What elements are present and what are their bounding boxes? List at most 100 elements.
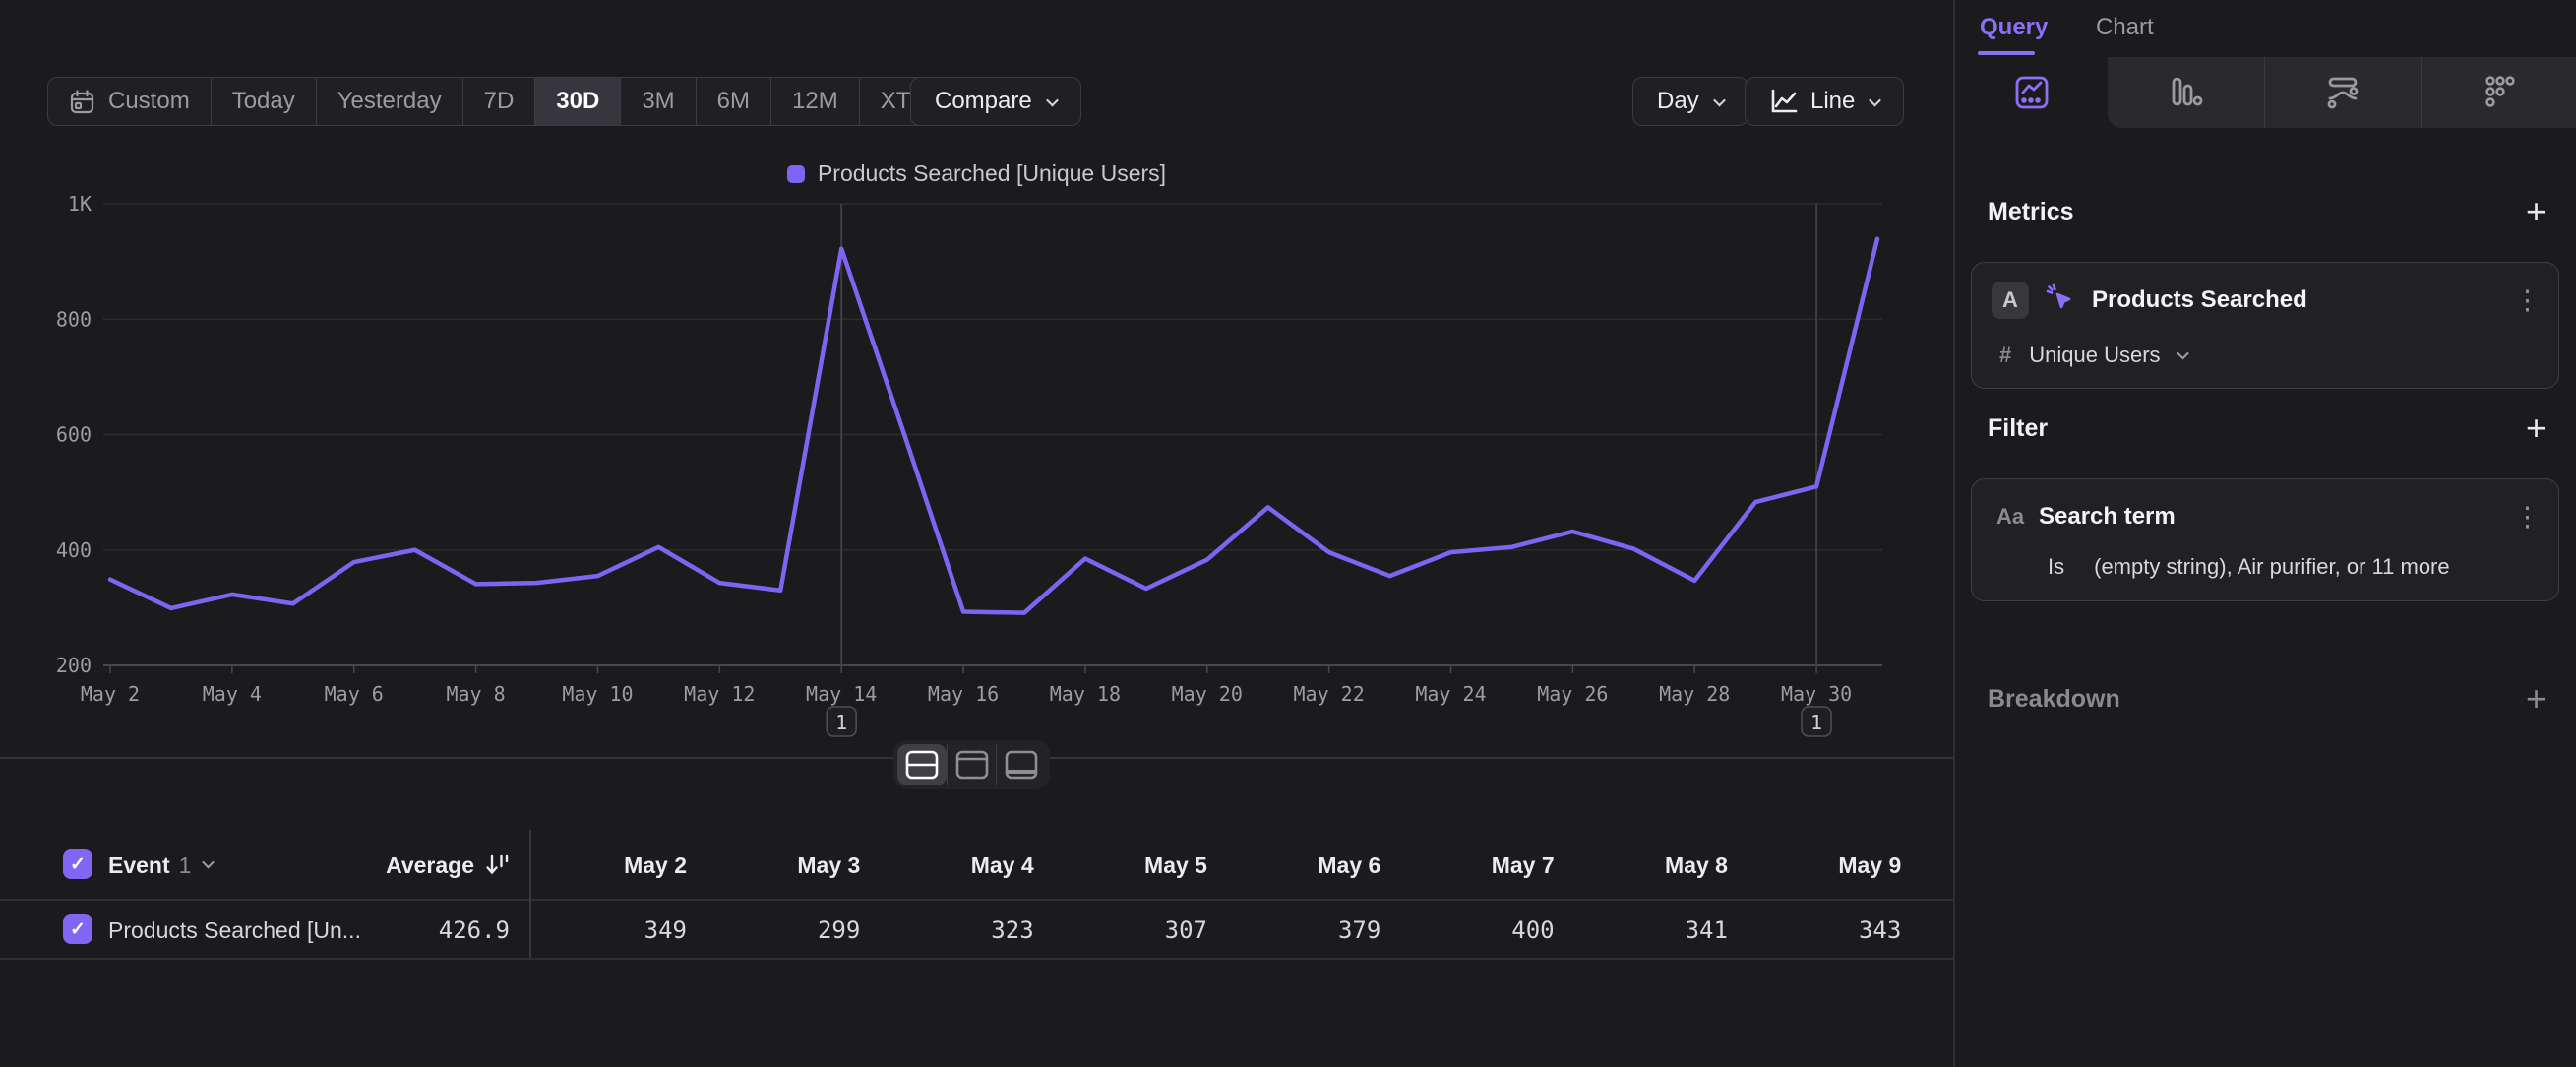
x-axis-label: May 22	[1293, 682, 1364, 706]
range-label: Yesterday	[337, 88, 442, 115]
report-type-retention-tab[interactable]	[2421, 57, 2576, 128]
x-axis-label: May 24	[1415, 682, 1486, 706]
filter-value[interactable]: (empty string), Air purifier, or 11 more	[2094, 554, 2450, 580]
range-12m-button[interactable]: 12M	[771, 78, 860, 125]
x-axis-label: May 4	[203, 682, 262, 706]
date-column-header[interactable]: May 2	[529, 850, 687, 880]
x-axis-label: May 26	[1537, 682, 1608, 706]
active-tab-underline	[1978, 51, 2035, 55]
date-column-header[interactable]: May 7	[1397, 850, 1555, 880]
table-cell-value: 341	[1570, 915, 1728, 945]
report-type-flows-tab[interactable]	[2264, 57, 2422, 128]
range-label: 30D	[556, 88, 599, 115]
metric-event-name[interactable]: Products Searched	[2092, 286, 2307, 314]
x-axis-label: May 2	[81, 682, 140, 706]
metrics-title: Metrics	[1988, 198, 2074, 226]
event-click-icon	[2044, 282, 2077, 320]
series-line[interactable]	[110, 239, 1877, 613]
x-axis-label: May 28	[1659, 682, 1730, 706]
checkmark-icon: ✓	[70, 918, 86, 941]
table-cell-value: 307	[1050, 915, 1207, 945]
filter-operator[interactable]: Is	[2048, 554, 2064, 580]
kebab-menu-icon[interactable]: ⋮	[2514, 286, 2541, 314]
line-chart[interactable]: 2004006008001KMay 2May 4May 6May 8May 10…	[0, 148, 1953, 758]
add-filter-button[interactable]: +	[2526, 413, 2546, 443]
y-axis-label: 800	[56, 307, 92, 331]
tab-chart[interactable]: Chart	[2096, 14, 2154, 41]
date-column-header[interactable]: May 6	[1223, 850, 1380, 880]
calendar-icon	[69, 89, 95, 115]
date-column-header[interactable]: May 5	[1050, 850, 1207, 880]
compare-button[interactable]: Compare	[910, 77, 1081, 126]
chevron-down-icon	[203, 855, 215, 868]
aggregation-selector[interactable]: Unique Users	[2029, 343, 2186, 368]
aggregation-type-icon: #	[1999, 343, 2011, 368]
layout-split-view-button[interactable]	[897, 744, 947, 785]
x-axis-label: May 20	[1172, 682, 1243, 706]
text-property-icon: Aa	[1992, 504, 2029, 530]
chevron-down-icon	[1046, 94, 1059, 106]
metrics-section-header: Metrics +	[1988, 197, 2546, 226]
filter-title: Filter	[1988, 414, 2048, 443]
sort-descending-icon	[484, 852, 510, 878]
metric-card[interactable]: A Products Searched ⋮ # Unique Users	[1971, 262, 2559, 389]
panel-tab-row: Query Chart	[1955, 0, 2576, 57]
add-metric-button[interactable]: +	[2526, 197, 2546, 226]
report-type-insights-tab[interactable]	[1955, 57, 2108, 128]
annotation-badge-count: 1	[835, 711, 847, 734]
layout-table-view-button[interactable]	[996, 744, 1046, 785]
date-column-header[interactable]: May 8	[1570, 850, 1728, 880]
select-all-checkbox[interactable]: ✓	[63, 849, 92, 879]
y-axis-label: 1K	[68, 192, 92, 216]
x-axis-label: May 18	[1050, 682, 1121, 706]
tab-query[interactable]: Query	[1980, 14, 2048, 41]
x-axis-label: May 30	[1781, 682, 1852, 706]
range-label: Custom	[108, 88, 190, 115]
date-column-header[interactable]: May 9	[1744, 850, 1901, 880]
breakdown-section-header: Breakdown +	[1988, 684, 2546, 714]
x-axis-label: May 8	[446, 682, 505, 706]
date-column-header[interactable]: May 4	[877, 850, 1034, 880]
aggregation-label: Unique Users	[2029, 343, 2160, 367]
range-3m-button[interactable]: 3M	[621, 78, 696, 125]
y-axis-label: 600	[56, 423, 92, 447]
event-header-label: Event	[108, 852, 170, 879]
range-6m-button[interactable]: 6M	[697, 78, 771, 125]
row-checkbox[interactable]: ✓	[63, 914, 92, 944]
y-axis-label: 200	[56, 654, 92, 677]
average-header-label: Average	[386, 852, 474, 879]
metric-series-badge: A	[1992, 282, 2029, 319]
range-label: 7D	[484, 88, 515, 115]
report-type-funnels-tab[interactable]	[2108, 57, 2264, 128]
layout-chart-view-button[interactable]	[947, 744, 997, 785]
range-label: 6M	[717, 88, 750, 115]
event-column-header[interactable]: Event 1	[108, 850, 213, 880]
add-breakdown-button[interactable]: +	[2526, 684, 2546, 714]
table-header-divider	[0, 899, 1953, 901]
chart-type-button[interactable]: Line	[1745, 77, 1904, 126]
x-axis-label: May 10	[562, 682, 633, 706]
granularity-label: Day	[1657, 88, 1699, 115]
kebab-menu-icon[interactable]: ⋮	[2514, 503, 2541, 531]
date-range-picker: CustomTodayYesterday7D30D3M6M12MXTD	[47, 77, 975, 126]
average-column-header[interactable]: Average	[313, 850, 510, 880]
range-label: 12M	[792, 88, 838, 115]
y-axis-label: 400	[56, 538, 92, 562]
chevron-down-icon	[1713, 94, 1726, 106]
table-cell-value: 379	[1223, 915, 1380, 945]
range-custom-button[interactable]: Custom	[48, 78, 212, 125]
filter-card[interactable]: Aa Search term ⋮ Is (empty string), Air …	[1971, 478, 2559, 601]
report-type-switcher	[1955, 57, 2576, 128]
layout-toggle	[893, 740, 1050, 789]
chevron-down-icon	[2177, 347, 2189, 360]
range-today-button[interactable]: Today	[212, 78, 317, 125]
range-yesterday-button[interactable]: Yesterday	[317, 78, 463, 125]
filter-property-name[interactable]: Search term	[2039, 503, 2176, 531]
granularity-button[interactable]: Day	[1632, 77, 1748, 126]
range-7d-button[interactable]: 7D	[463, 78, 536, 125]
line-chart-icon	[1769, 88, 1799, 115]
date-column-header[interactable]: May 3	[703, 850, 860, 880]
range-30d-button[interactable]: 30D	[535, 78, 621, 125]
x-axis-label: May 12	[684, 682, 755, 706]
filter-section-header: Filter +	[1988, 413, 2546, 443]
